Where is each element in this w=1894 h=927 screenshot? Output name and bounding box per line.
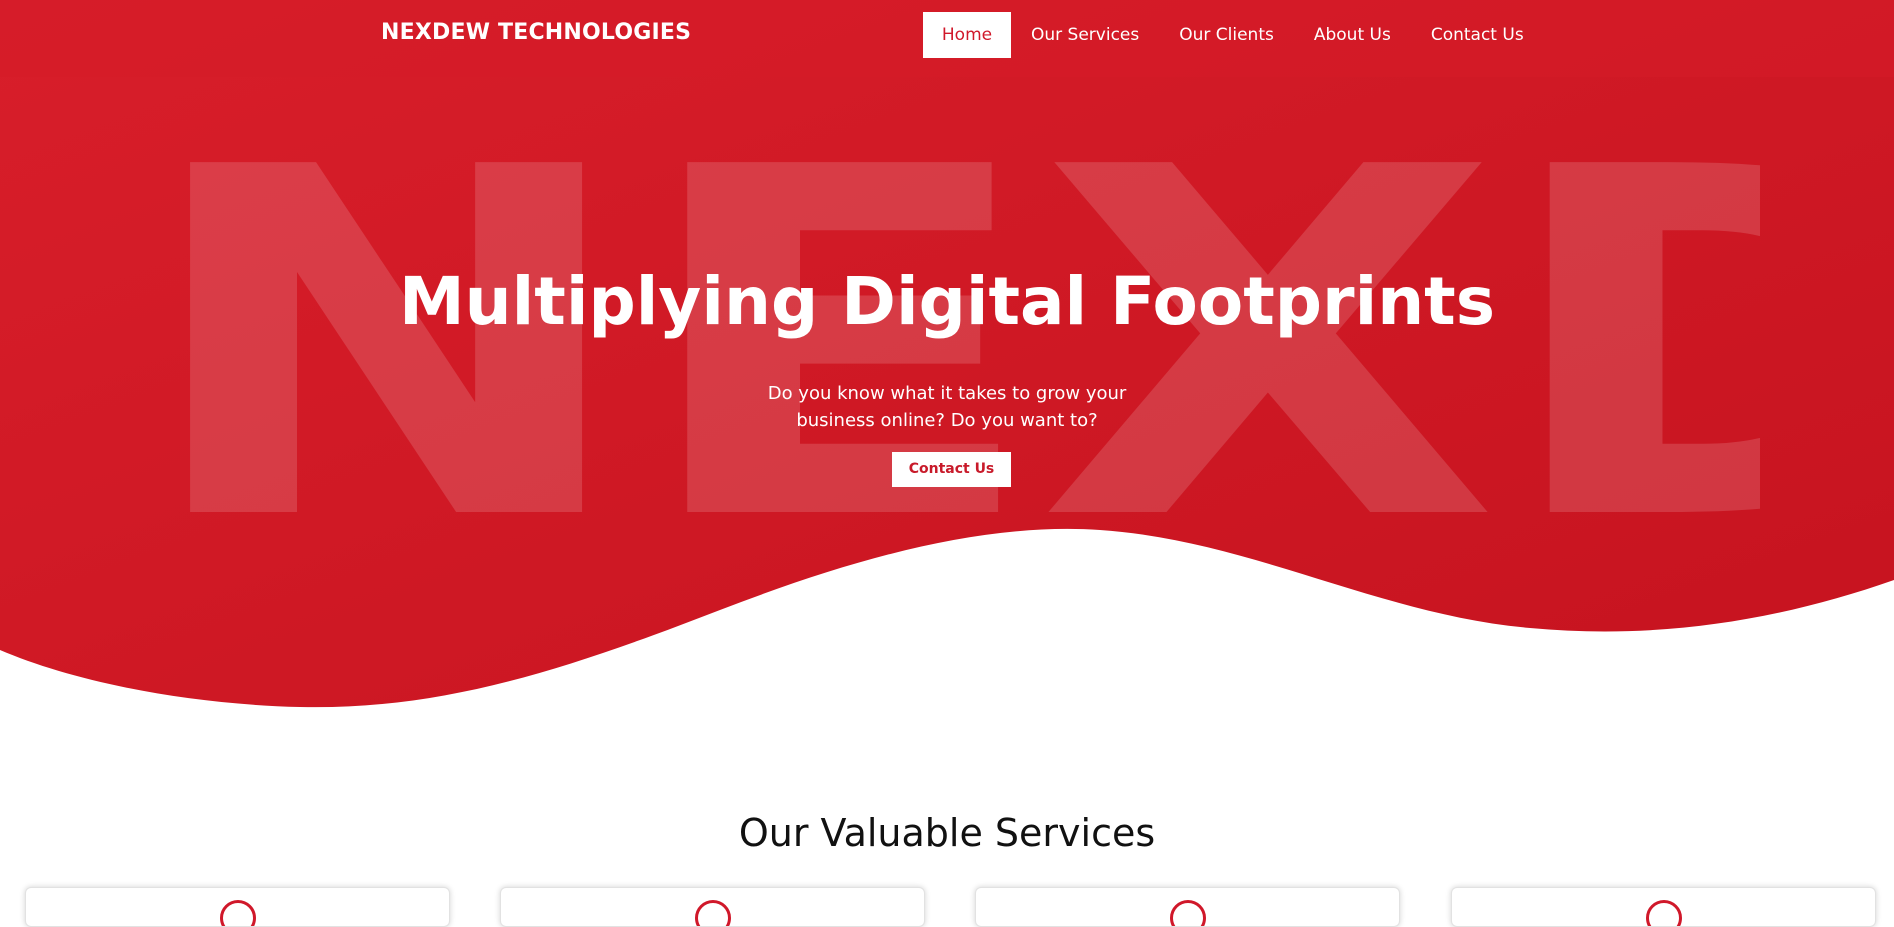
service-icon [1645, 900, 1682, 926]
service-card[interactable] [975, 887, 1400, 927]
nav-our-clients[interactable]: Our Clients [1159, 12, 1294, 58]
hero-subtitle: Do you know what it takes to grow your b… [767, 383, 1127, 431]
nav-contact-us[interactable]: Contact Us [1411, 12, 1544, 58]
hero-section: NEXDEW [0, 0, 1894, 720]
service-card[interactable] [25, 887, 450, 927]
service-icon [1169, 900, 1206, 926]
hero-title: Multiplying Digital Footprints [398, 263, 1496, 340]
hero-contact-button[interactable]: Contact Us [892, 452, 1011, 487]
service-card[interactable] [500, 887, 925, 927]
hero-wave-background [0, 0, 1894, 708]
nav-about-us[interactable]: About Us [1294, 12, 1411, 58]
brand-logo-text[interactable]: NEXDEW TECHNOLOGIES [381, 20, 691, 45]
service-card[interactable] [1451, 887, 1876, 927]
service-icon [694, 900, 731, 926]
nav-our-services[interactable]: Our Services [1011, 12, 1159, 58]
services-section-title: Our Valuable Services [738, 811, 1156, 855]
top-navigation-bar: NEXDEW TECHNOLOGIES Home Our Services Ou… [0, 0, 1894, 77]
main-nav: Home Our Services Our Clients About Us C… [923, 12, 1544, 58]
service-icon [219, 900, 256, 926]
nav-home[interactable]: Home [923, 12, 1011, 58]
